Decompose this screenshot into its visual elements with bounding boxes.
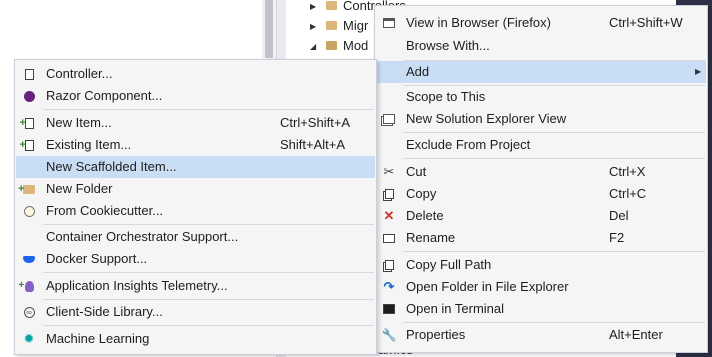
menu-separator <box>43 109 374 110</box>
menu-item-copy[interactable]: Copy Ctrl+C <box>376 183 706 205</box>
menu-separator <box>43 299 374 300</box>
wrench-icon: 🔧 <box>381 328 397 342</box>
editor-scrollbar[interactable] <box>262 0 276 60</box>
expand-caret-icon[interactable]: ▶ <box>310 17 320 37</box>
expand-caret-icon[interactable]: ▶ <box>310 0 320 17</box>
existing-item-icon <box>20 134 37 156</box>
submenu-item-application-insights-telemetry[interactable]: Application Insights Telemetry... <box>16 275 375 297</box>
menu-item-rename[interactable]: Rename F2 <box>376 227 706 249</box>
menu-separator <box>403 251 705 252</box>
copy-path-icon <box>381 254 397 276</box>
menu-item-properties[interactable]: 🔧 Properties Alt+Enter <box>376 324 706 346</box>
client-library-icon: ∞ <box>21 301 37 323</box>
new-folder-icon <box>18 178 37 200</box>
submenu-item-new-scaffolded-item[interactable]: New Scaffolded Item... <box>16 156 375 178</box>
menu-separator <box>43 325 374 326</box>
submenu-item-controller[interactable]: Controller... <box>16 63 375 85</box>
submenu-item-machine-learning[interactable]: ✹ Machine Learning <box>16 328 375 350</box>
submenu-item-from-cookiecutter[interactable]: From Cookiecutter... <box>16 200 375 222</box>
application-insights-icon <box>19 275 37 297</box>
menu-item-exclude-from-project[interactable]: Exclude From Project <box>376 134 706 156</box>
menu-item-copy-full-path[interactable]: Copy Full Path <box>376 254 706 276</box>
tree-item-label: Migr <box>343 18 369 33</box>
machine-learning-icon: ✹ <box>23 331 35 346</box>
submenu-item-client-side-library[interactable]: ∞ Client-Side Library... <box>16 301 375 323</box>
controller-icon <box>21 63 37 85</box>
new-solution-explorer-view-icon <box>381 108 397 130</box>
menu-separator <box>403 158 705 159</box>
scrollbar-thumb[interactable] <box>265 0 273 58</box>
tree-item-label: Mod <box>343 38 369 53</box>
browser-icon <box>381 12 397 34</box>
folder-icon <box>326 21 337 31</box>
scissors-icon: ✂ <box>383 164 395 179</box>
cookiecutter-icon <box>21 200 37 222</box>
submenu-item-container-orchestrator-support[interactable]: Container Orchestrator Support... <box>16 226 375 248</box>
context-menu: View in Browser (Firefox) Ctrl+Shift+W B… <box>374 5 708 353</box>
menu-item-open-in-terminal[interactable]: Open in Terminal <box>376 298 706 320</box>
terminal-icon <box>381 298 397 320</box>
open-folder-arrow-icon: ↷ <box>383 279 395 294</box>
folder-icon <box>326 1 337 11</box>
menu-item-open-folder-in-file-explorer[interactable]: ↷ Open Folder in File Explorer <box>376 276 706 298</box>
editor-area <box>0 0 262 60</box>
menu-separator <box>403 132 705 133</box>
menu-item-delete[interactable]: ✕ Delete Del <box>376 205 706 227</box>
docker-icon <box>21 248 37 270</box>
menu-item-scope-to-this[interactable]: Scope to This <box>376 86 706 108</box>
razor-component-icon <box>21 85 37 107</box>
menu-item-new-solution-explorer-view[interactable]: New Solution Explorer View <box>376 108 706 130</box>
menu-item-add[interactable]: Add ▶ <box>376 61 706 83</box>
menu-separator <box>43 272 374 273</box>
delete-x-icon: ✕ <box>383 208 395 223</box>
submenu-item-razor-component[interactable]: Razor Component... <box>16 85 375 107</box>
tree-item-models[interactable]: ◢ Mod <box>310 36 368 56</box>
submenu-item-new-item[interactable]: New Item... Ctrl+Shift+A <box>16 112 375 134</box>
rename-icon <box>381 227 397 249</box>
menu-item-browse-with[interactable]: Browse With... <box>376 35 706 57</box>
new-item-icon <box>20 112 37 134</box>
submenu-item-existing-item[interactable]: Existing Item... Shift+Alt+A <box>16 134 375 156</box>
menu-separator <box>403 322 705 323</box>
collapse-caret-icon[interactable]: ◢ <box>310 37 320 57</box>
copy-icon <box>381 183 397 205</box>
tree-item-migrations[interactable]: ▶ Migr <box>310 16 368 36</box>
submenu-item-new-folder[interactable]: New Folder <box>16 178 375 200</box>
add-submenu: Controller... Razor Component... New Ite… <box>14 59 377 355</box>
menu-separator <box>43 224 374 225</box>
menu-item-view-in-browser[interactable]: View in Browser (Firefox) Ctrl+Shift+W <box>376 12 706 34</box>
submenu-arrow-icon: ▶ <box>695 67 702 76</box>
submenu-item-docker-support[interactable]: Docker Support... <box>16 248 375 270</box>
open-folder-icon <box>326 41 337 51</box>
menu-item-cut[interactable]: ✂ Cut Ctrl+X <box>376 161 706 183</box>
